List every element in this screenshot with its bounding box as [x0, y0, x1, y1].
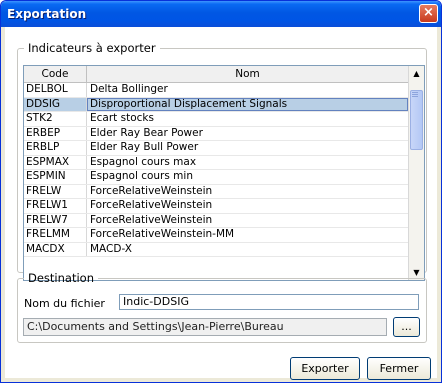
title-bar[interactable]: Exportation ×	[1, 1, 441, 27]
table-header: Code Nom	[24, 66, 408, 83]
close-icon: ×	[423, 5, 434, 20]
destination-group: Destination Nom du fichier Indic-DDSIG C…	[17, 271, 427, 343]
scroll-thumb[interactable]	[410, 90, 423, 150]
export-dialog: Exportation × Indicateurs à exporter Cod…	[0, 0, 442, 383]
table-row[interactable]: FRELW7 ForceRelativeWeinstein	[24, 213, 408, 228]
row-name-cell: MACD-X	[90, 242, 132, 255]
row-code-cell: DDSIG	[24, 97, 87, 111]
filename-input[interactable]: Indic-DDSIG	[119, 294, 419, 310]
row-code-cell: STK2	[24, 112, 87, 126]
scroll-up-button[interactable]: ▲	[409, 66, 424, 81]
row-name-cell: Delta Bollinger	[90, 83, 168, 95]
window-title: Exportation	[7, 7, 87, 21]
row-code-cell: ERBLP	[24, 141, 87, 155]
row-code-cell: FRELW	[24, 184, 87, 198]
row-name-cell: ForceRelativeWeinstein	[90, 199, 213, 211]
row-name-cell: Espagnol cours max	[90, 155, 197, 168]
row-code-cell: FRELW7	[24, 213, 87, 227]
indicators-group: Indicateurs à exporter Code Nom DELBOL De…	[17, 41, 427, 281]
row-name-cell: ForceRelativeWeinstein	[90, 184, 213, 197]
row-code-cell: ERBEP	[24, 126, 87, 140]
table-row[interactable]: ESPMAX Espagnol cours max	[24, 155, 408, 170]
table-row[interactable]: DDSIG Disproportional Displacement Signal…	[24, 97, 408, 112]
row-name-cell: ForceRelativeWeinstein-MM	[90, 228, 235, 240]
indicators-legend: Indicateurs à exporter	[28, 41, 156, 55]
scroll-grip-icon	[412, 92, 418, 93]
row-name-cell: Elder Ray Bull Power	[90, 141, 199, 153]
row-name-cell: Elder Ray Bear Power	[90, 126, 203, 139]
row-code-cell: DELBOL	[24, 83, 87, 97]
table-row[interactable]: MACDX MACD-X	[24, 242, 408, 257]
table-row[interactable]: STK2 Ecart stocks	[24, 112, 408, 127]
row-name-cell: Espagnol cours min	[90, 170, 193, 182]
row-code-cell: MACDX	[24, 242, 87, 256]
column-header-code[interactable]: Code	[24, 66, 87, 82]
close-button[interactable]: Fermer	[367, 357, 431, 380]
row-code-cell: ESPMAX	[24, 155, 87, 169]
column-header-name[interactable]: Nom	[87, 66, 408, 82]
table-row[interactable]: FRELMM ForceRelativeWeinstein-MM	[24, 228, 408, 243]
row-code-cell: ESPMIN	[24, 170, 87, 184]
filename-label: Nom du fichier	[24, 297, 105, 310]
table-row[interactable]: FRELW1 ForceRelativeWeinstein	[24, 199, 408, 214]
table-scrollbar[interactable]: ▲ ▼	[408, 66, 424, 280]
destination-legend: Destination	[28, 271, 94, 285]
indicators-table: Code Nom DELBOL Delta Bollinger DDSIG Dispr…	[23, 65, 425, 281]
row-code-cell: FRELW1	[24, 199, 87, 213]
table-row[interactable]: FRELW ForceRelativeWeinstein	[24, 184, 408, 199]
export-button[interactable]: Exporter	[290, 357, 360, 380]
table-row[interactable]: ERBLP Elder Ray Bull Power	[24, 141, 408, 156]
table-row[interactable]: ERBEP Elder Ray Bear Power	[24, 126, 408, 141]
dialog-content: Indicateurs à exporter Code Nom DELBOL De…	[5, 27, 437, 380]
close-window-button[interactable]: ×	[419, 4, 438, 23]
table-row[interactable]: ESPMIN Espagnol cours min	[24, 170, 408, 185]
table-row[interactable]: DELBOL Delta Bollinger	[24, 83, 408, 98]
arrow-up-icon: ▲	[413, 69, 420, 78]
row-name-cell: Ecart stocks	[90, 112, 154, 124]
row-name-cell: Disproportional Displacement Signals	[87, 97, 408, 111]
destination-path-field: C:\Documents and Settings\Jean-Pierre\Bu…	[23, 318, 387, 336]
row-name-cell: ForceRelativeWeinstein	[90, 213, 213, 226]
table-body: DELBOL Delta Bollinger DDSIG Disproportiona…	[24, 83, 408, 257]
browse-button[interactable]: ...	[393, 317, 420, 337]
row-code-cell: FRELMM	[24, 228, 87, 242]
